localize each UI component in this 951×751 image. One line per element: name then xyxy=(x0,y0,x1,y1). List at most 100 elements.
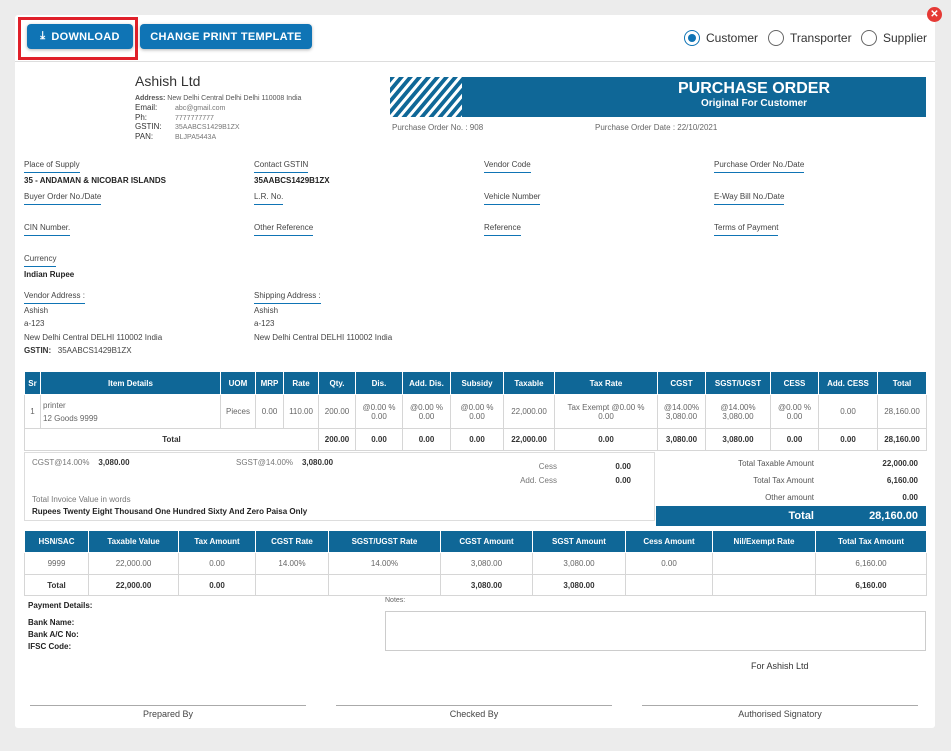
po-number: Purchase Order No. : 908 xyxy=(392,123,484,132)
words-label: Total Invoice Value in words xyxy=(32,495,131,504)
field-label: Vehicle Number xyxy=(484,192,541,205)
total-dis: 0.00 xyxy=(355,428,403,451)
bank-name-label: Bank Name: xyxy=(28,618,75,627)
field-label: L.R. No. xyxy=(254,192,284,205)
company-address: Address: New Delhi Central Delhi Delhi 1… xyxy=(135,95,302,102)
cell-qty: 200.00 xyxy=(318,394,356,429)
hsn-total-row: Total 22,000.00 0.00 3,080.00 3,080.00 6,160.… xyxy=(24,574,927,596)
radio-supplier[interactable]: Supplier xyxy=(861,30,927,46)
cell: 9999 xyxy=(24,552,89,575)
add-cess-value: 0.00 xyxy=(615,476,631,485)
checked-by: Checked By xyxy=(336,705,612,719)
field-value: Indian Rupee xyxy=(24,270,75,279)
payment-details-title: Payment Details: xyxy=(28,601,93,610)
field-label: E-Way Bill No./Date xyxy=(714,192,785,205)
column-header: Taxable Value xyxy=(88,530,179,553)
column-header: Qty. xyxy=(318,371,356,395)
items-header-row: Sr Item Details UOM MRP Rate Qty. Dis. Add. Dis… xyxy=(24,371,927,395)
total-tax-label: Total Tax Amount xyxy=(753,476,814,485)
field-value: 35 - ANDAMAN & NICOBAR ISLANDS xyxy=(24,176,166,185)
column-header: Rate xyxy=(283,371,319,395)
cell: 3,080.00 xyxy=(532,552,626,575)
column-header: Cess Amount xyxy=(625,530,713,553)
total-subsidy: 0.00 xyxy=(450,428,504,451)
sgst-summary: SGST@14.00% 3,080.00 xyxy=(236,458,334,467)
items-table: Sr Item Details UOM MRP Rate Qty. Dis. Add. Dis… xyxy=(24,371,927,451)
shipping-line1: a-123 xyxy=(254,319,275,328)
download-button[interactable]: ⤓ DOWNLOAD xyxy=(27,24,133,49)
vendor-gstin: GSTIN: 35AABCS1429B1ZX xyxy=(24,346,132,355)
cell-subsidy: @0.00 % 0.00 xyxy=(450,394,504,429)
total-sgst: 3,080.00 xyxy=(705,428,771,451)
field-label: Other Reference xyxy=(254,223,314,236)
prepared-by: Prepared By xyxy=(30,705,306,719)
field-label: Terms of Payment xyxy=(714,223,779,236)
field-label: Place of Supply xyxy=(24,160,80,173)
total-taxable-label: Total Taxable Amount xyxy=(738,459,814,468)
cell xyxy=(712,552,816,575)
total-add-dis: 0.00 xyxy=(402,428,451,451)
grand-total-bar: Total 28,160.00 xyxy=(656,506,926,526)
total-label: Total xyxy=(24,428,319,451)
cell-tax-rate: Tax Exempt @0.00 % 0.00 xyxy=(554,394,658,429)
ifsc-label: IFSC Code: xyxy=(28,642,72,651)
column-header: MRP xyxy=(255,371,284,395)
cell xyxy=(255,574,329,596)
field-label: Purchase Order No./Date xyxy=(714,160,805,173)
total-tax-value: 6,160.00 xyxy=(886,476,918,485)
column-header: CGST xyxy=(657,371,706,395)
cell xyxy=(625,574,713,596)
radio-icon xyxy=(861,30,877,46)
po-subtitle: Original For Customer xyxy=(700,98,808,109)
stripes-decoration xyxy=(390,77,464,117)
total-add-cess: 0.00 xyxy=(818,428,878,451)
company-name: Ashish Ltd xyxy=(135,73,201,89)
column-header: Dis. xyxy=(355,371,403,395)
column-header: CGST Amount xyxy=(440,530,533,553)
radio-customer[interactable]: Customer xyxy=(684,30,758,46)
download-icon: ⤓ xyxy=(40,30,46,42)
total-cess: 0.00 xyxy=(770,428,819,451)
field-label: Contact GSTIN xyxy=(254,160,309,173)
close-icon[interactable]: ✕ xyxy=(927,7,942,22)
total-qty: 200.00 xyxy=(318,428,356,451)
change-print-template-button[interactable]: CHANGE PRINT TEMPLATE xyxy=(140,24,312,49)
authorised-signatory: Authorised Signatory xyxy=(642,705,918,719)
cell: 0.00 xyxy=(625,552,713,575)
cell: 14.00% xyxy=(255,552,329,575)
cell: 3,080.00 xyxy=(532,574,626,596)
cell: 22,000.00 xyxy=(88,574,179,596)
vendor-name: Ashish xyxy=(24,306,49,315)
total-cgst: 3,080.00 xyxy=(657,428,706,451)
shipping-address-label: Shipping Address : xyxy=(254,291,321,304)
cell-uom: Pieces xyxy=(220,394,256,429)
hsn-header-row: HSN/SAC Taxable Value Tax Amount CGST Rate S… xyxy=(24,530,927,553)
cess-value: 0.00 xyxy=(615,462,631,471)
amount-in-words: Rupees Twenty Eight Thousand One Hundred… xyxy=(32,507,308,516)
field-label: Currency xyxy=(24,254,57,267)
vendor-line1: a-123 xyxy=(24,319,45,328)
column-header: HSN/SAC xyxy=(24,530,89,553)
table-row: 1 printer 12 Goods 9999 Pieces 0.00 110.0… xyxy=(24,394,927,429)
cgst-summary: CGST@14.00% 3,080.00 xyxy=(32,458,130,467)
total-tax-rate: 0.00 xyxy=(554,428,658,451)
cell: 6,160.00 xyxy=(815,552,927,575)
cell: 3,080.00 xyxy=(440,574,533,596)
cess-label: Cess xyxy=(538,462,557,471)
column-header: Taxable xyxy=(503,371,555,395)
shipping-line2: New Delhi Central DELHI 110002 India xyxy=(254,333,393,342)
grand-total-value: 28,160.00 xyxy=(869,510,918,522)
column-header: Total Tax Amount xyxy=(815,530,927,553)
radio-transporter[interactable]: Transporter xyxy=(768,30,852,46)
column-header: Tax Amount xyxy=(178,530,256,553)
cell: 22,000.00 xyxy=(88,552,179,575)
column-header: CESS xyxy=(770,371,819,395)
field-label: Buyer Order No./Date xyxy=(24,192,102,205)
column-header: Add. CESS xyxy=(818,371,878,395)
cell-sr: 1 xyxy=(24,394,41,429)
po-title-bar: PURCHASE ORDER Original For Customer xyxy=(462,77,926,117)
column-header: CGST Rate xyxy=(255,530,329,553)
cell: 0.00 xyxy=(178,574,256,596)
field-value: 35AABCS1429B1ZX xyxy=(254,176,330,185)
for-company: For Ashish Ltd xyxy=(751,661,809,671)
